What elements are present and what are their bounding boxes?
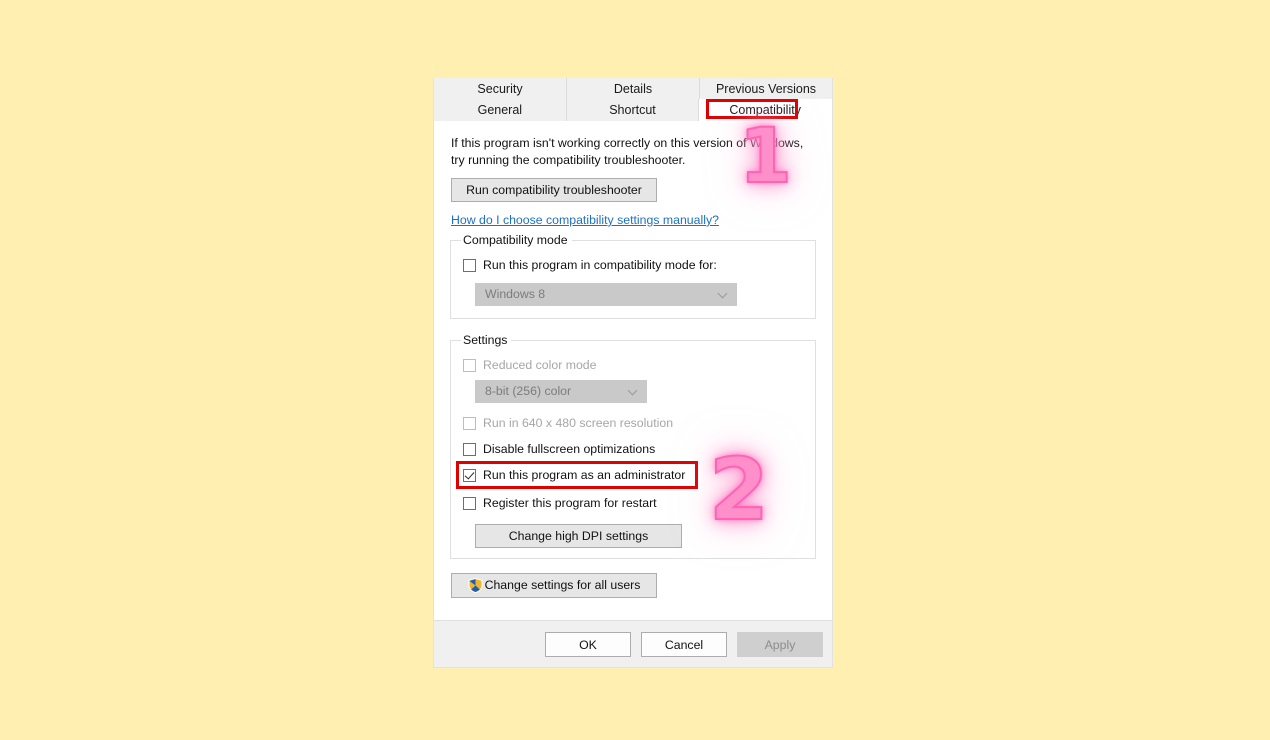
tab-compatibility[interactable]: Compatibility [699, 99, 833, 123]
cancel-button[interactable]: Cancel [641, 631, 727, 657]
run-compatibility-troubleshooter-button[interactable]: Run compatibility troubleshooter [451, 177, 657, 202]
run-640x480-label: Run in 640 x 480 screen resolution [483, 416, 674, 431]
run-in-compatibility-mode-label: Run this program in compatibility mode f… [483, 258, 717, 273]
ok-button[interactable]: OK [545, 631, 631, 657]
chevron-down-icon [719, 290, 728, 299]
settings-legend: Settings [461, 332, 512, 347]
reduced-color-mode-row: Reduced color mode [463, 357, 803, 374]
settings-group-body: Reduced color mode 8-bit (256) color Run… [451, 341, 815, 548]
uac-shield-icon [468, 577, 483, 593]
change-settings-for-all-users-button[interactable]: Change settings for all users [451, 572, 657, 598]
chevron-down-icon [629, 387, 638, 396]
reduced-color-mode-label: Reduced color mode [483, 358, 597, 373]
dialog-footer: OK Cancel Apply [434, 620, 832, 667]
compatibility-tab-panel: If this program isn't working correctly … [434, 121, 832, 620]
compatibility-mode-legend: Compatibility mode [461, 232, 572, 247]
register-for-restart-checkbox[interactable] [463, 496, 476, 510]
run-in-compatibility-mode-row[interactable]: Run this program in compatibility mode f… [463, 257, 803, 274]
run-as-administrator-label: Run this program as an administrator [483, 468, 686, 483]
compatibility-mode-group: Compatibility mode Run this program in c… [450, 232, 816, 319]
tab-row-top: Security Details Previous Versions [434, 78, 832, 99]
compatibility-mode-select[interactable]: Windows 8 [475, 282, 737, 306]
compatibility-mode-group-body: Run this program in compatibility mode f… [451, 241, 815, 306]
tab-previous-versions[interactable]: Previous Versions [700, 78, 832, 99]
tab-details[interactable]: Details [567, 78, 700, 99]
change-high-dpi-settings-button[interactable]: Change high DPI settings [475, 523, 682, 548]
color-depth-select-value: 8-bit (256) color [485, 384, 572, 399]
disable-fullscreen-optimizations-checkbox[interactable] [463, 442, 476, 456]
run-as-administrator-checkbox[interactable] [463, 468, 476, 482]
run-640x480-row: Run in 640 x 480 screen resolution [463, 415, 803, 432]
disable-fullscreen-optimizations-row[interactable]: Disable fullscreen optimizations [463, 441, 803, 458]
properties-dialog: Security Details Previous Versions Gener… [433, 78, 833, 668]
change-settings-for-all-users-label: Change settings for all users [484, 578, 641, 593]
reduced-color-mode-checkbox [463, 358, 476, 372]
compatibility-mode-select-value: Windows 8 [485, 287, 546, 302]
tab-security[interactable]: Security [434, 78, 567, 99]
intro-text: If this program isn't working correctly … [451, 136, 804, 167]
color-depth-select: 8-bit (256) color [475, 379, 647, 403]
settings-group: Settings Reduced color mode 8-bit (256) … [450, 332, 816, 559]
compatibility-settings-help-link[interactable]: How do I choose compatibility settings m… [451, 213, 719, 227]
register-for-restart-row[interactable]: Register this program for restart [463, 495, 803, 512]
disable-fullscreen-optimizations-label: Disable fullscreen optimizations [483, 442, 656, 457]
tab-strip: Security Details Previous Versions Gener… [434, 78, 833, 123]
run-in-compatibility-mode-checkbox[interactable] [463, 258, 476, 272]
register-for-restart-label: Register this program for restart [483, 496, 657, 511]
run-as-administrator-row[interactable]: Run this program as an administrator [456, 460, 803, 489]
tab-row-bottom: General Shortcut Compatibility [434, 99, 833, 123]
apply-button: Apply [737, 631, 823, 657]
tab-shortcut[interactable]: Shortcut [566, 99, 700, 121]
run-640x480-checkbox [463, 416, 476, 430]
tab-general[interactable]: General [434, 99, 567, 121]
